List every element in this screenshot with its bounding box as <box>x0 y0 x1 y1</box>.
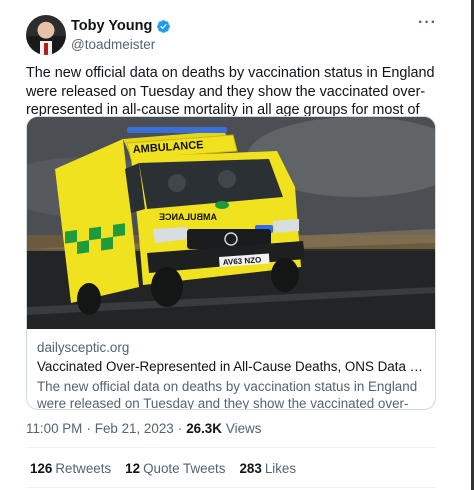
retweets-count: 126 <box>30 461 53 476</box>
separator-dot: · <box>86 421 91 436</box>
author-name-row: Toby Young <box>71 17 171 35</box>
likes-count: 283 <box>239 461 262 476</box>
more-options-button[interactable]: ··· <box>418 14 437 32</box>
quote-tweets-label: Quote Tweets <box>143 461 226 476</box>
author-display-name[interactable]: Toby Young <box>71 18 152 34</box>
author-handle[interactable]: @toadmeister <box>71 37 155 52</box>
verified-badge-icon <box>157 19 171 33</box>
front-wheel <box>151 267 183 307</box>
retweets-stat[interactable]: 126 Retweets <box>30 461 111 476</box>
timestamp-row: 11:00 PM · Feb 21, 2023 · 26.3K Views <box>26 421 261 436</box>
tweet-time[interactable]: 11:00 PM <box>26 421 82 436</box>
likes-label: Likes <box>264 461 297 476</box>
battenburg-check <box>89 226 101 241</box>
tweet: Toby Young @toadmeister ··· The new offi… <box>0 0 471 490</box>
rear-wheel <box>77 283 101 315</box>
battenburg-check <box>65 229 77 244</box>
likes-stat[interactable]: 283 Likes <box>239 461 296 476</box>
headlight-right <box>273 219 299 233</box>
card-description: The new official data on deaths by vacci… <box>37 379 418 410</box>
link-card[interactable]: AMBULANCE AMBULANCE AV63 NZO dailyscepti… <box>26 116 436 410</box>
roof-lightbar <box>127 127 227 133</box>
battenburg-check <box>113 223 125 237</box>
views-label: Views <box>225 421 262 436</box>
separator-dot: · <box>177 421 183 436</box>
card-title[interactable]: Vaccinated Over-Represented in All-Cause… <box>37 358 429 375</box>
retweets-label: Retweets <box>55 461 112 476</box>
divider <box>26 487 436 488</box>
driver-silhouette <box>168 174 186 192</box>
front-wheel-right <box>271 258 299 292</box>
tweet-date[interactable]: Feb 21, 2023 <box>95 421 174 436</box>
card-meta: dailysceptic.org Vaccinated Over-Represe… <box>37 339 429 410</box>
ambulance-illustration: AMBULANCE AMBULANCE AV63 NZO <box>27 117 435 329</box>
quote-tweets-count: 12 <box>125 461 141 476</box>
avatar-tie <box>44 43 48 55</box>
card-domain: dailysceptic.org <box>37 340 130 355</box>
bonnet-label: AMBULANCE <box>159 212 217 222</box>
quote-tweets-stat[interactable]: 12 Quote Tweets <box>125 461 225 476</box>
divider <box>26 447 436 448</box>
battenburg-check <box>101 236 113 251</box>
nhs-badge <box>215 201 229 209</box>
passenger-silhouette <box>218 170 236 188</box>
avatar[interactable] <box>26 15 66 55</box>
card-image[interactable]: AMBULANCE AMBULANCE AV63 NZO <box>27 117 435 329</box>
views-count: 26.3K <box>186 421 222 436</box>
engagement-stats: 126 Retweets 12 Quote Tweets 283 Likes <box>30 461 296 476</box>
battenburg-check <box>77 240 89 254</box>
